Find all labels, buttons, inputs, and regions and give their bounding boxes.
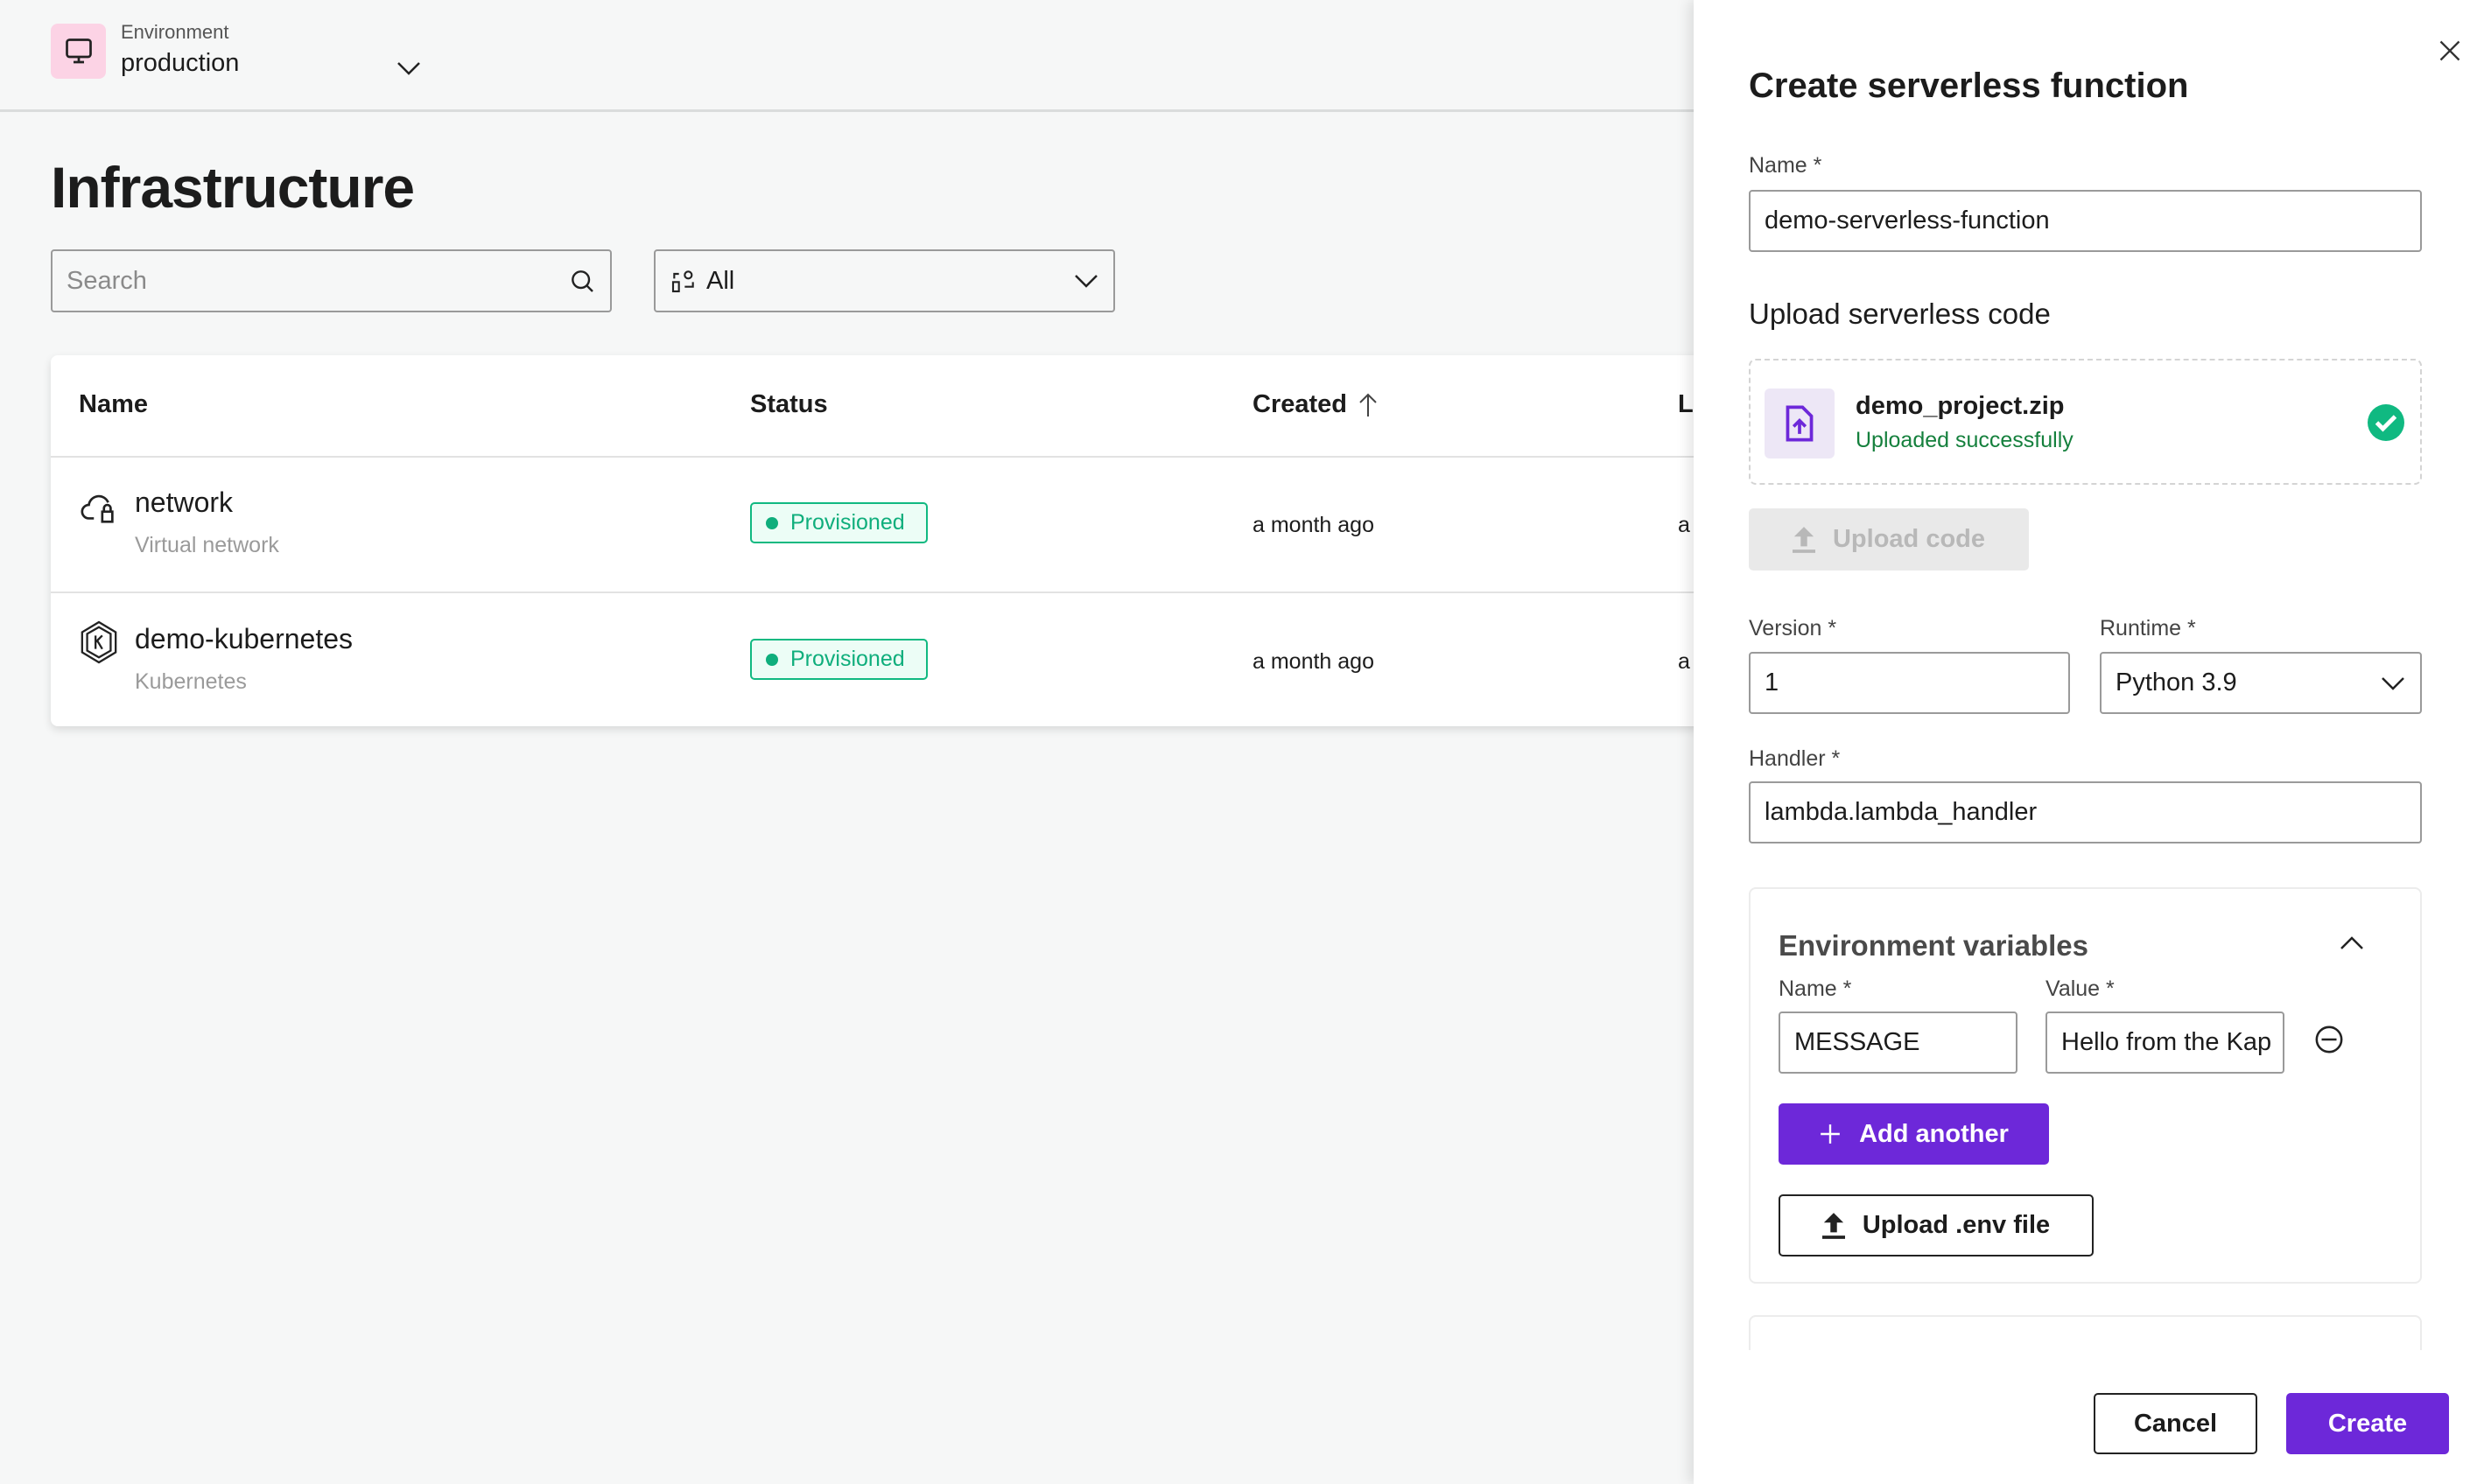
check-circle-icon xyxy=(2368,404,2404,441)
env-value-label: Value * xyxy=(2045,976,2115,1001)
search-placeholder: Search xyxy=(67,266,147,295)
env-name-label: Name * xyxy=(1779,976,1852,1001)
resource-type: Virtual network xyxy=(135,533,279,557)
upload-env-file-label: Upload .env file xyxy=(1862,1211,2051,1239)
upload-icon xyxy=(1792,526,1815,553)
row-divider xyxy=(51,592,1714,593)
kubernetes-icon xyxy=(81,620,117,664)
column-status[interactable]: Status xyxy=(750,390,828,419)
cancel-button[interactable]: Cancel xyxy=(2094,1393,2257,1454)
environment-label: Environment xyxy=(121,21,229,43)
infrastructure-table: Name Status Created L network Virtual ne… xyxy=(51,355,1714,726)
file-upload-icon xyxy=(1765,388,1835,458)
column-last[interactable]: L xyxy=(1678,390,1694,419)
page-title: Infrastructure xyxy=(51,155,415,220)
column-created-label: Created xyxy=(1253,390,1347,418)
upload-icon xyxy=(1821,1212,1845,1239)
file-name: demo_project.zip xyxy=(1856,392,2065,420)
status-text: Provisioned xyxy=(790,510,905,535)
column-created[interactable]: Created xyxy=(1253,390,1379,419)
resource-type: Kubernetes xyxy=(135,669,247,694)
runtime-value: Python 3.9 xyxy=(2116,668,2237,696)
create-button[interactable]: Create xyxy=(2286,1393,2449,1454)
upload-heading: Upload serverless code xyxy=(1749,298,2051,330)
arrow-up-icon xyxy=(1359,393,1377,416)
chevron-down-icon[interactable] xyxy=(396,60,422,81)
upload-code-label: Upload code xyxy=(1832,525,1985,553)
created-date: a month ago xyxy=(1253,649,1374,674)
create-function-panel: Create serverless function Name * demo-s… xyxy=(1694,0,2477,1484)
column-name[interactable]: Name xyxy=(79,390,148,419)
plus-icon xyxy=(1821,1124,1840,1144)
env-name-input[interactable]: MESSAGE xyxy=(1779,1012,2017,1074)
last-column-value: a xyxy=(1678,649,1690,674)
monitor-icon[interactable] xyxy=(51,24,106,79)
handler-input[interactable]: lambda.lambda_handler xyxy=(1749,781,2422,844)
chevron-up-icon[interactable] xyxy=(2339,934,2365,952)
version-input[interactable]: 1 xyxy=(1749,652,2070,714)
environment-variables-section: Environment variables Name * Value * MES… xyxy=(1749,887,2422,1284)
add-another-button[interactable]: Add another xyxy=(1779,1103,2049,1165)
handler-label: Handler * xyxy=(1749,746,1841,771)
status-dot-icon xyxy=(766,516,778,529)
status-badge: Provisioned xyxy=(750,502,928,543)
chevron-down-icon xyxy=(2382,676,2404,690)
row-divider xyxy=(51,456,1714,458)
upload-dropzone[interactable]: demo_project.zip Uploaded successfully xyxy=(1749,359,2422,485)
status-badge: Provisioned xyxy=(750,639,928,680)
version-label: Version * xyxy=(1749,616,1837,640)
header-divider xyxy=(0,109,1694,112)
remove-circle-icon[interactable] xyxy=(2314,1025,2344,1054)
env-vars-title: Environment variables xyxy=(1779,929,2088,962)
last-column-value: a xyxy=(1678,513,1690,537)
next-section xyxy=(1749,1315,2422,1350)
resource-type-filter[interactable]: All xyxy=(654,249,1115,312)
filter-value: All xyxy=(706,266,735,295)
upload-code-button[interactable]: Upload code xyxy=(1749,508,2029,570)
status-dot-icon xyxy=(766,653,778,666)
created-date: a month ago xyxy=(1253,513,1374,537)
close-icon[interactable] xyxy=(2438,38,2462,63)
cloud-lock-icon xyxy=(81,494,114,523)
panel-title: Create serverless function xyxy=(1749,66,2189,105)
add-another-label: Add another xyxy=(1859,1119,2009,1148)
environment-selector[interactable]: production xyxy=(121,49,239,78)
search-icon xyxy=(572,270,593,292)
search-input[interactable]: Search xyxy=(51,249,612,312)
runtime-label: Runtime * xyxy=(2100,616,2196,640)
chevron-down-icon xyxy=(1075,275,1098,288)
name-label: Name * xyxy=(1749,153,1822,178)
upload-env-file-button[interactable]: Upload .env file xyxy=(1779,1194,2094,1256)
resource-name[interactable]: demo-kubernetes xyxy=(135,623,353,655)
runtime-select[interactable]: Python 3.9 xyxy=(2100,652,2422,714)
resources-icon xyxy=(671,270,694,293)
resource-name[interactable]: network xyxy=(135,486,233,519)
function-name-input[interactable]: demo-serverless-function xyxy=(1749,190,2422,252)
status-text: Provisioned xyxy=(790,647,905,671)
upload-status: Uploaded successfully xyxy=(1856,428,2074,452)
env-value-input[interactable]: Hello from the Kap xyxy=(2045,1012,2284,1074)
